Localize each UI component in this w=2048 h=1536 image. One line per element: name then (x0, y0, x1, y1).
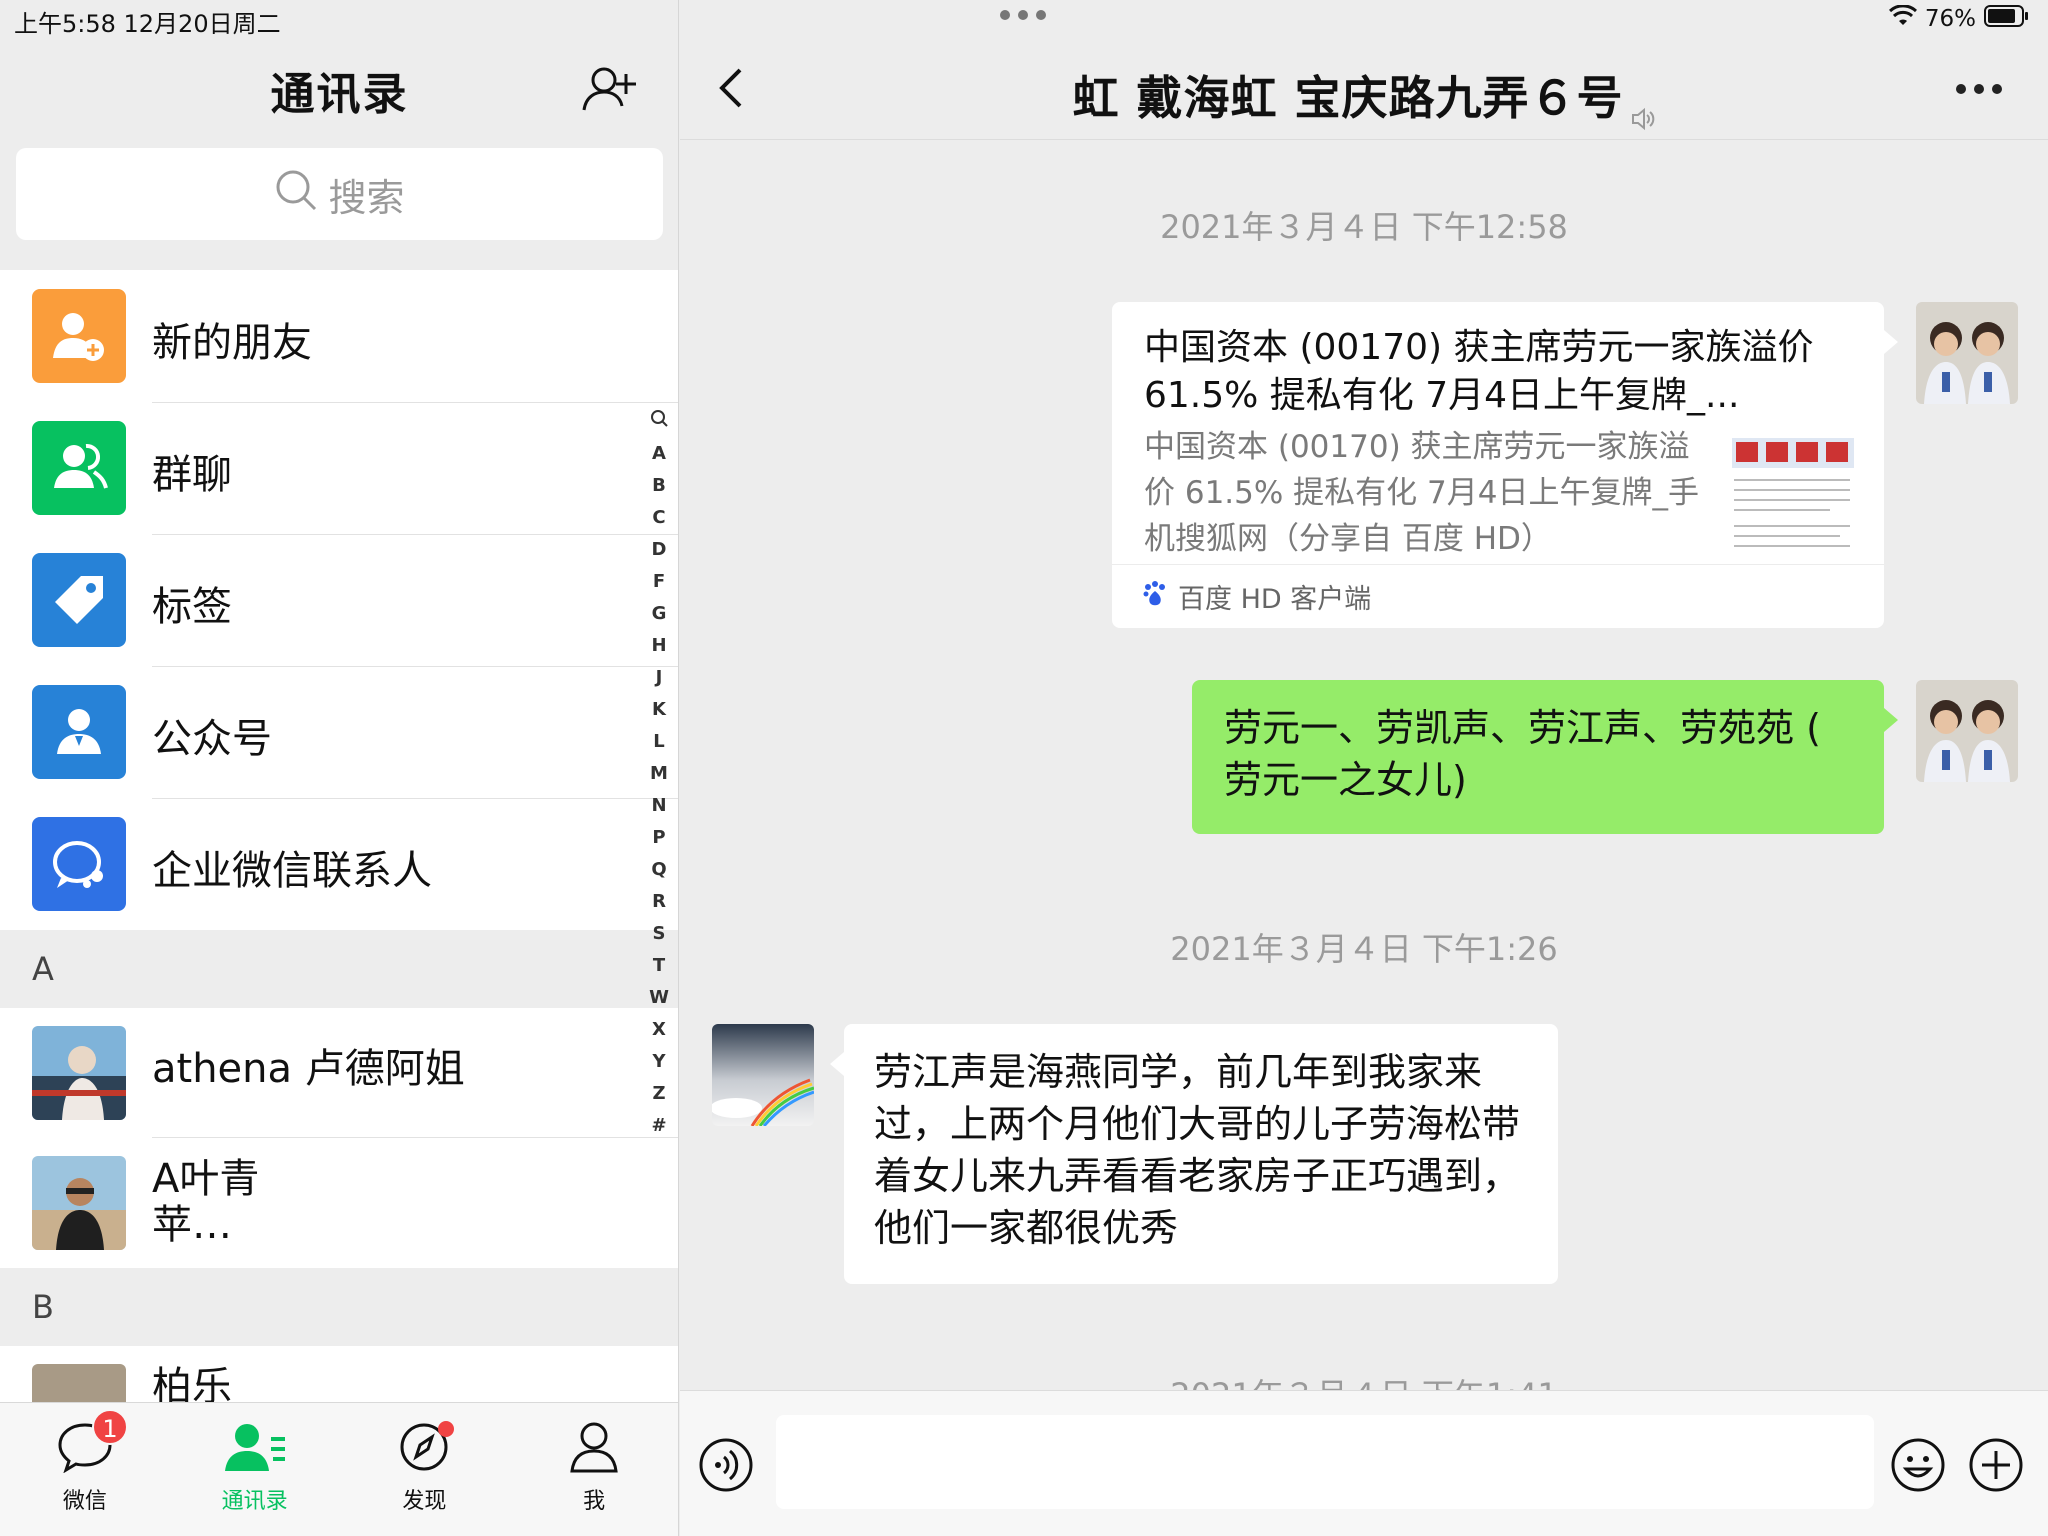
link-card-description: 中国资本 (00170) 获主席劳元一家族溢价 61.5% 提私有化 7月4日上… (1144, 429, 1699, 557)
wecom-contacts-item[interactable]: 企业微信联系人 (0, 798, 678, 930)
avatar (32, 1026, 126, 1120)
emoji-icon[interactable] (1890, 1437, 1946, 1493)
tab-me-label: 我 (583, 1489, 606, 1514)
official-accounts-label: 公众号 (152, 716, 272, 762)
search-bar[interactable]: 搜索 (16, 148, 663, 240)
index-letter[interactable]: T (653, 950, 665, 982)
official-account-icon (32, 685, 126, 779)
index-letter[interactable]: B (652, 470, 666, 502)
contact-name: athena 卢德阿姐 (152, 1046, 465, 1092)
index-letter[interactable]: K (652, 694, 666, 726)
wifi-icon (1888, 4, 1917, 33)
add-contact-icon[interactable] (580, 64, 640, 114)
chat-title: 虹 戴海虹 宝庆路九弄６号 (680, 62, 2048, 130)
mute-icon (1630, 89, 1656, 130)
message-input[interactable] (776, 1415, 1874, 1509)
group-chat-icon (32, 421, 126, 515)
tags-item[interactable]: 标签 (0, 534, 678, 666)
chat-input-bar (680, 1390, 2048, 1536)
avatar[interactable] (712, 1024, 814, 1126)
new-friends-item[interactable]: 新的朋友 (0, 270, 678, 402)
tab-me[interactable]: 我 (509, 1403, 678, 1536)
chat-title-text: 虹 戴海虹 宝庆路九弄６号 (1072, 71, 1624, 125)
battery-percent: 76% (1924, 6, 1976, 32)
contact-item[interactable]: A叶青 苹… (0, 1138, 678, 1268)
tab-chats[interactable]: 1 微信 (0, 1403, 170, 1536)
divider (152, 1137, 678, 1138)
alphabet-index[interactable]: A B C D F G H J K L M N P Q R S T W X Y … (640, 406, 678, 1142)
more-options-icon[interactable] (1956, 84, 2004, 96)
index-search-icon[interactable] (650, 406, 668, 438)
group-chats-item[interactable]: 群聊 (0, 402, 678, 534)
received-message-bubble[interactable]: 劳江声是海燕同学，前几年到我家来过，上两个月他们大哥的儿子劳海松带着女儿来九弄看… (830, 1024, 1558, 1284)
status-right: 76% (1888, 4, 2030, 34)
avatar[interactable] (1916, 302, 2018, 404)
section-header-b: B (0, 1268, 678, 1346)
index-letter[interactable]: D (652, 534, 667, 566)
contacts-pane: 通讯录 搜索 新的朋友 群聊 标签 公众号 企业微信联系人 A athena 卢… (0, 0, 679, 1536)
status-time: 上午5:58 12月20日周二 (14, 10, 281, 38)
index-letter[interactable]: G (652, 598, 667, 630)
index-letter[interactable]: X (652, 1014, 666, 1046)
tab-discover-label: 发现 (402, 1489, 447, 1514)
chat-pane: 虹 戴海虹 宝庆路九弄６号 2021年３月４日 下午12:58 中国资本 (00… (680, 0, 2048, 1536)
sent-message-bubble[interactable]: 劳元一、劳凯声、劳江声、劳苑苑 ( 劳元一之女儿) (1192, 680, 1898, 834)
message-timestamp: 2021年３月４日 下午1:26 (1170, 930, 1558, 968)
more-functions-icon[interactable] (1968, 1437, 2024, 1493)
group-chats-label: 群聊 (152, 452, 232, 498)
link-card-thumbnail (1730, 430, 1856, 556)
index-letter[interactable]: W (649, 982, 669, 1014)
index-letter[interactable]: Z (652, 1078, 665, 1110)
contacts-title: 通讯录 (270, 69, 409, 120)
index-letter[interactable]: C (652, 502, 665, 534)
index-letter[interactable]: P (652, 822, 665, 854)
tab-discover[interactable]: 发现 (340, 1403, 510, 1536)
contact-name: A叶青 苹… (152, 1156, 260, 1248)
index-letter[interactable]: J (656, 662, 663, 694)
wecom-contacts-label: 企业微信联系人 (152, 848, 432, 894)
message-timestamp: 2021年３月４日 下午12:58 (1160, 208, 1568, 246)
index-letter[interactable]: R (652, 886, 666, 918)
contacts-icon (223, 1421, 287, 1477)
add-friend-icon (32, 289, 126, 383)
baidu-paw-icon (1142, 579, 1168, 614)
index-letter[interactable]: L (653, 726, 664, 758)
wecom-icon (32, 817, 126, 911)
link-card-source: 百度 HD 客户端 (1112, 564, 1884, 628)
link-card-title: 中国资本 (00170) 获主席劳元一家族溢价 61.5% 提私有化 7月4日上… (1144, 327, 1814, 416)
search-icon (274, 168, 318, 221)
status-bar: 上午5:58 12月20日周二 76% (0, 0, 2048, 40)
index-letter[interactable]: M (650, 758, 668, 790)
battery-icon (1984, 4, 2030, 34)
multitasking-dots-icon[interactable] (1000, 10, 1048, 24)
new-friends-label: 新的朋友 (152, 320, 312, 366)
index-letter[interactable]: Y (652, 1046, 665, 1078)
avatar (32, 1156, 126, 1250)
tags-label: 标签 (152, 584, 232, 630)
shared-link-card[interactable]: 中国资本 (00170) 获主席劳元一家族溢价 61.5% 提私有化 7月4日上… (1112, 302, 1898, 628)
search-placeholder: 搜索 (328, 175, 405, 220)
me-icon (566, 1421, 622, 1477)
section-header-a: A (0, 930, 678, 1008)
index-letter[interactable]: H (651, 630, 666, 662)
tag-icon (32, 553, 126, 647)
avatar[interactable] (1916, 680, 2018, 782)
discover-new-dot (437, 1421, 454, 1437)
contact-item[interactable]: athena 卢德阿姐 (0, 1008, 678, 1138)
tab-contacts-label: 通讯录 (221, 1489, 288, 1514)
index-letter[interactable]: Q (651, 854, 666, 886)
link-card-source-label: 百度 HD 客户端 (1178, 584, 1372, 615)
official-accounts-item[interactable]: 公众号 (0, 666, 678, 798)
function-list: 新的朋友 群聊 标签 公众号 企业微信联系人 (0, 270, 678, 930)
tab-chats-label: 微信 (62, 1489, 107, 1514)
index-letter[interactable]: F (653, 566, 665, 598)
voice-input-icon[interactable] (698, 1437, 754, 1493)
tab-contacts[interactable]: 通讯录 (170, 1403, 340, 1536)
index-letter[interactable]: N (651, 790, 666, 822)
index-letter[interactable]: S (653, 918, 666, 950)
index-letter[interactable]: A (652, 438, 666, 470)
tab-bar: 1 微信 通讯录 发现 我 (0, 1402, 678, 1536)
unread-badge: 1 (92, 1409, 128, 1445)
